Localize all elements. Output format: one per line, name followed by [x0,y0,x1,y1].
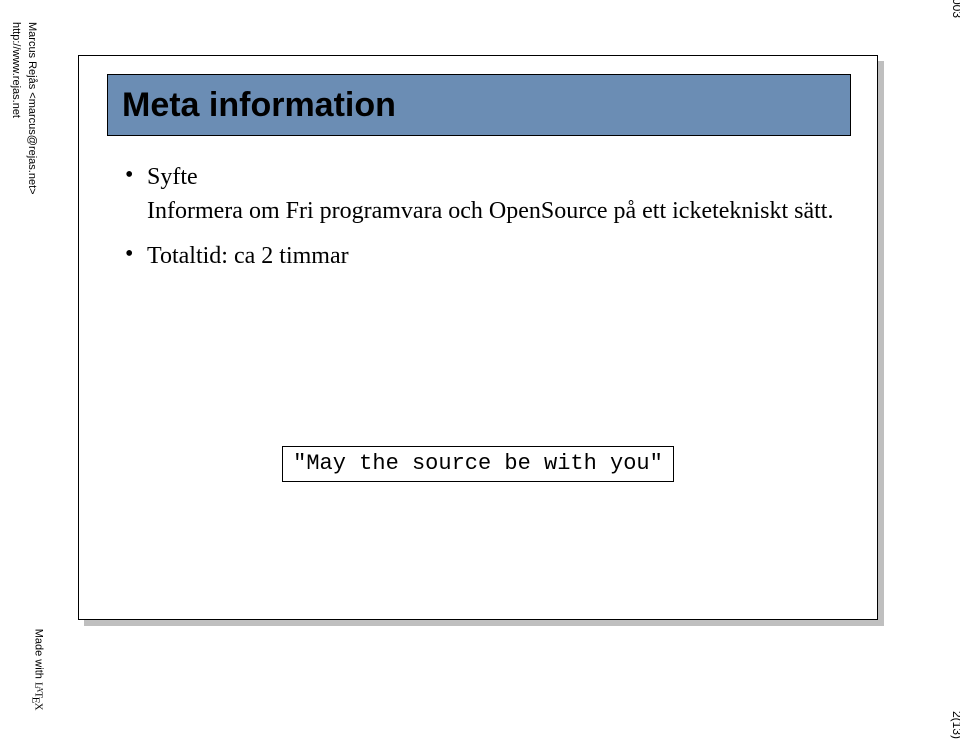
right-rail: Öppen/Fri programvara, 19 januari 2003 2… [920,0,960,729]
item-label: Syfte [147,164,841,191]
slide-body: Syfte Informera om Fri programvara och O… [121,164,841,286]
author-line: Marcus Rejås <marcus@rejas.net> [26,22,38,195]
list-item: Totaltid: ca 2 timmar [121,243,841,270]
slide: Meta information Syfte Informera om Fri … [78,55,878,620]
item-subtext: Informera om Fri programvara och OpenSou… [147,195,841,227]
quote-box: "May the source be with you" [282,446,674,482]
item-label: Totaltid: ca 2 timmar [147,243,841,270]
made-with-prefix: Made with [32,629,44,682]
slide-title: Meta information [122,86,396,125]
left-rail: Marcus Rejås <marcus@rejas.net> http://w… [0,0,52,729]
page-number: 2(13) [950,711,960,739]
author-url: http://www.rejas.net [10,22,22,118]
made-with-line: Made with LATEX [30,629,46,711]
slide-frame: Meta information Syfte Informera om Fri … [78,55,878,620]
presentation-header: Öppen/Fri programvara, 19 januari 2003 [950,0,960,18]
quote-wrapper: "May the source be with you" [79,446,877,482]
list-item: Syfte Informera om Fri programvara och O… [121,164,841,227]
slide-title-bar: Meta information [107,74,851,136]
latex-logo: LATEX [32,682,44,711]
